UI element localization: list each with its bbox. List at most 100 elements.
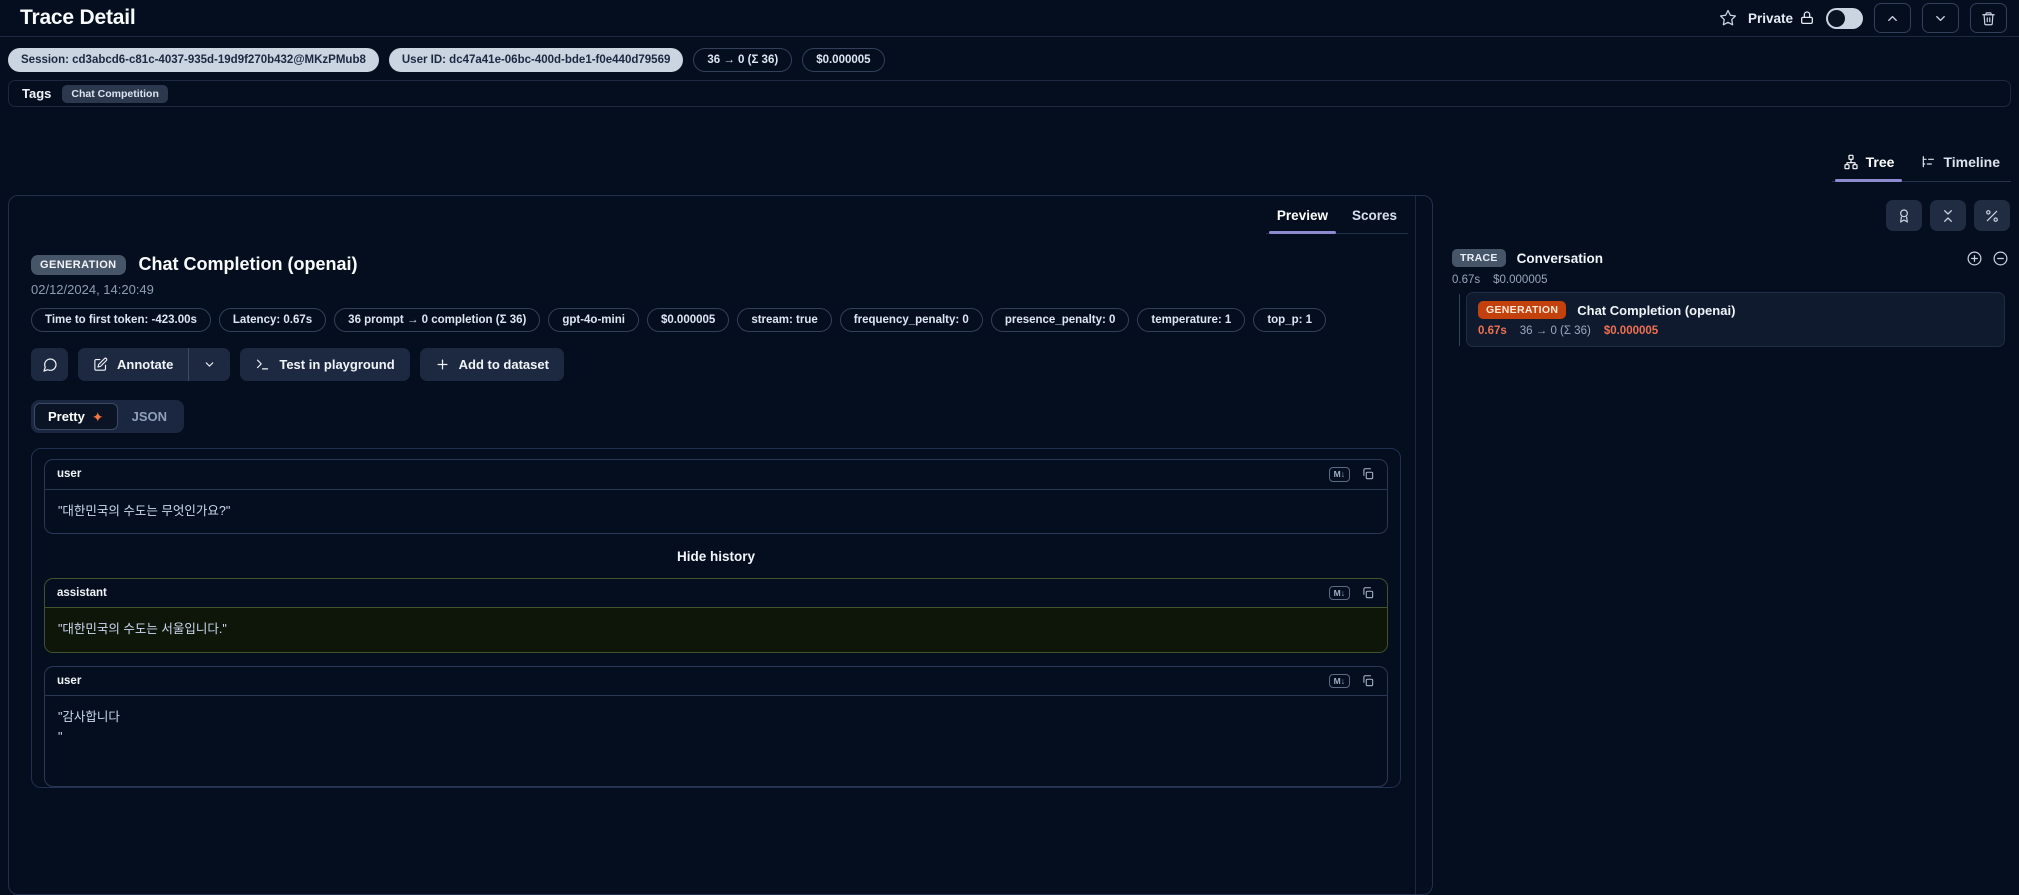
expand-all-button[interactable]	[1966, 250, 1983, 267]
next-trace-button[interactable]	[1922, 3, 1959, 33]
message-role: user	[57, 468, 82, 481]
markdown-toggle-icon[interactable]: M↓	[1328, 585, 1350, 601]
sparkles-icon: ✦	[91, 408, 104, 425]
node-title-row: GENERATION Chat Completion (openai)	[1478, 301, 1993, 319]
metric-badge: 36 prompt → 0 completion (Σ 36)	[334, 308, 541, 332]
copy-icon[interactable]	[1361, 674, 1375, 688]
pretty-toggle-button[interactable]: Pretty ✦	[34, 403, 118, 430]
metric-badge: top_p: 1	[1253, 308, 1327, 332]
metric-badge: temperature: 1	[1137, 308, 1246, 332]
edit-pen-icon	[93, 357, 108, 372]
trace-tree-root[interactable]: TRACE Conversation	[1452, 249, 2009, 267]
message-role: assistant	[57, 587, 107, 600]
annotate-dropdown-button[interactable]	[189, 348, 231, 381]
observation-title: Chat Completion (openai)	[138, 254, 358, 274]
action-bar: Annotate Test in playground Add to datas…	[31, 348, 1408, 381]
panel-scroll-track[interactable]	[1415, 196, 1416, 894]
metric-badge: $0.000005	[646, 308, 730, 332]
message-card-user-1: user M↓ "대한민국의 수도는 무엇인가요?"	[44, 459, 1388, 534]
metric-badge: presence_penalty: 0	[990, 308, 1130, 332]
tab-tree[interactable]: Tree	[1832, 150, 1906, 182]
timeline-icon	[1920, 154, 1936, 170]
message-header-icons: M↓	[1328, 673, 1375, 689]
toggle-metrics-button[interactable]	[1974, 200, 2010, 231]
add-to-dataset-button[interactable]: Add to dataset	[419, 348, 564, 381]
collapse-tree-button[interactable]	[1992, 250, 2009, 267]
minus-circle-icon	[1992, 250, 2009, 267]
chevron-down-icon	[203, 358, 216, 371]
trace-title: Conversation	[1516, 250, 1603, 266]
hide-history-button[interactable]: Hide history	[44, 549, 1388, 564]
page-header: Trace Detail Private	[0, 0, 2019, 37]
json-toggle-button[interactable]: JSON	[118, 403, 181, 430]
identifier-row: Session: cd3abcd6-c81c-4037-935d-19d9f27…	[8, 48, 885, 72]
annotate-button[interactable]: Annotate	[78, 348, 189, 381]
observation-detail-panel: Preview Scores GENERATION Chat Completio…	[8, 195, 1433, 895]
public-toggle[interactable]	[1826, 7, 1863, 29]
tree-guide-line	[1459, 294, 1460, 346]
node-tokens: 36 → 0 (Σ 36)	[1519, 325, 1591, 337]
observation-header: GENERATION Chat Completion (openai)	[31, 254, 1408, 275]
metric-badge: Time to first token: -423.00s	[31, 308, 211, 332]
terminal-icon	[255, 357, 270, 372]
node-title: Chat Completion (openai)	[1577, 302, 1736, 318]
tab-timeline[interactable]: Timeline	[1909, 150, 2011, 181]
chevron-down-icon	[1933, 11, 1948, 26]
observation-metric-badges: Time to first token: -423.00s Latency: 0…	[31, 308, 1408, 332]
metric-badge: frequency_penalty: 0	[839, 308, 983, 332]
generation-tree-node[interactable]: GENERATION Chat Completion (openai) 0.67…	[1466, 292, 2005, 347]
dataset-label: Add to dataset	[458, 357, 549, 372]
fold-vertical-icon	[1940, 208, 1956, 224]
header-controls: Private	[1719, 3, 2007, 33]
plus-icon	[435, 357, 450, 372]
detail-tabs: Preview Scores	[1265, 205, 1408, 234]
tags-label: Tags	[22, 86, 52, 101]
node-metrics-row: 0.67s 36 → 0 (Σ 36) $0.000005	[1478, 325, 1993, 337]
metric-badge: stream: true	[737, 308, 832, 332]
total-cost-badge: $0.000005	[802, 48, 885, 72]
tab-preview[interactable]: Preview	[1266, 205, 1339, 234]
delete-trace-button[interactable]	[1970, 3, 2007, 33]
user-id-badge[interactable]: User ID: dc47a41e-06bc-400d-bde1-f0e440d…	[388, 48, 684, 72]
privacy-status: Private	[1748, 10, 1815, 26]
session-badge[interactable]: Session: cd3abcd6-c81c-4037-935d-19d9f27…	[8, 48, 379, 72]
percent-icon	[1984, 208, 2000, 224]
message-role: user	[57, 675, 82, 687]
tab-scores[interactable]: Scores	[1341, 205, 1408, 233]
playground-label: Test in playground	[279, 357, 395, 372]
comments-button[interactable]	[31, 348, 68, 381]
generation-type-badge: GENERATION	[1478, 301, 1567, 319]
collapse-all-button[interactable]	[1930, 200, 1966, 231]
node-cost: $0.000005	[1603, 325, 1659, 337]
trace-cost: $0.000005	[1493, 274, 1548, 286]
message-content: "대한민국의 수도는 서울입니다."	[45, 608, 1387, 652]
annotate-label: Annotate	[117, 357, 174, 372]
trace-metrics: 0.67s $0.000005	[1452, 274, 1548, 286]
plus-circle-icon	[1966, 250, 1983, 267]
award-icon	[1896, 208, 1912, 224]
trace-type-badge: TRACE	[1452, 249, 1506, 267]
copy-icon[interactable]	[1361, 586, 1375, 600]
privacy-label: Private	[1747, 10, 1793, 26]
bookmark-star-button[interactable]	[1719, 9, 1737, 27]
tab-tree-label: Tree	[1865, 154, 1895, 170]
previous-trace-button[interactable]	[1874, 3, 1911, 33]
chevron-up-icon	[1885, 11, 1900, 26]
markdown-toggle-icon[interactable]: M↓	[1328, 467, 1350, 482]
message-header-icons: M↓	[1328, 585, 1375, 601]
message-header: assistant M↓	[45, 579, 1387, 609]
metric-badge: Latency: 0.67s	[218, 308, 327, 332]
test-in-playground-button[interactable]: Test in playground	[240, 348, 410, 381]
scores-award-button[interactable]	[1886, 200, 1922, 231]
star-icon	[1719, 9, 1737, 27]
format-toggle: Pretty ✦ JSON	[31, 400, 184, 433]
message-card-user-2: user M↓ "감사합니다 "	[44, 665, 1388, 788]
copy-icon[interactable]	[1361, 467, 1375, 481]
tags-row: Tags Chat Competition	[8, 80, 2011, 107]
trace-latency: 0.67s	[1452, 274, 1481, 286]
tag-chip[interactable]: Chat Competition	[62, 84, 168, 103]
pretty-label: Pretty	[48, 409, 85, 424]
markdown-toggle-icon[interactable]: M↓	[1328, 673, 1350, 689]
tree-icon	[1843, 154, 1859, 170]
message-header: user M↓	[45, 460, 1387, 490]
